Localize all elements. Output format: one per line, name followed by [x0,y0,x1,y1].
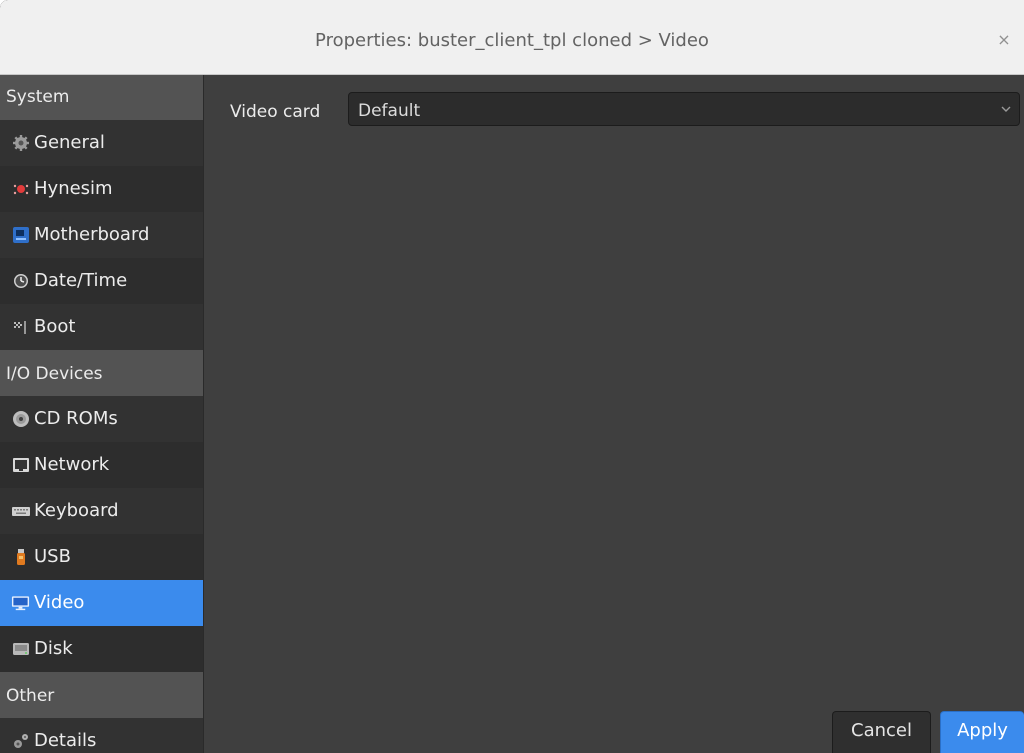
sidebar-item-label: Video [34,592,85,613]
sidebar-item-label: Keyboard [34,500,119,521]
sidebar-item-label: Disk [34,638,73,659]
section-header-other: Other [0,672,203,718]
video-card-select[interactable]: Default [348,92,1020,126]
chevron-down-icon [999,101,1013,115]
sidebar-item-cdroms[interactable]: CD ROMs [0,396,203,442]
sidebar-item-label: Boot [34,316,76,337]
cancel-button[interactable]: Cancel [832,711,931,753]
title-bar: Properties: buster_client_tpl cloned > V… [0,0,1024,75]
window-title: Properties: buster_client_tpl cloned > V… [315,30,709,51]
details-icon [11,731,30,750]
sidebar-item-usb[interactable]: USB [0,534,203,580]
sidebar-item-general[interactable]: General [0,120,203,166]
properties-window: Properties: buster_client_tpl cloned > V… [0,0,1024,753]
gear-icon [11,133,30,152]
sidebar-item-boot[interactable]: Boot [0,304,203,350]
video-card-value: Default [358,101,421,121]
monitor-icon [11,593,30,612]
sidebar-item-label: Network [34,454,110,475]
video-card-label: Video card [230,102,321,122]
sidebar-item-keyboard[interactable]: Keyboard [0,488,203,534]
sidebar-item-network[interactable]: Network [0,442,203,488]
hynesim-icon [11,179,30,198]
sidebar-item-details[interactable]: Details [0,718,203,753]
sidebar-item-video[interactable]: Video [0,580,203,626]
apply-button[interactable]: Apply [940,711,1024,753]
sidebar-item-label: Date/Time [34,270,128,291]
motherboard-icon [11,225,30,244]
sidebar-item-label: Motherboard [34,224,150,245]
sidebar-item-label: USB [34,546,71,567]
sidebar-item-label: Hynesim [34,178,113,199]
video-settings-panel: Video card Default [204,75,1024,753]
sidebar-item-disk[interactable]: Disk [0,626,203,672]
sidebar-item-datetime[interactable]: Date/Time [0,258,203,304]
keyboard-icon [11,501,30,520]
sidebar-item-label: Details [34,730,97,751]
boot-icon [11,317,30,336]
sidebar: System General Hynesim Motherboard Date/… [0,75,204,753]
sidebar-item-label: CD ROMs [34,408,118,429]
disk-icon [11,639,30,658]
clock-icon [11,271,30,290]
sidebar-item-hynesim[interactable]: Hynesim [0,166,203,212]
network-icon [11,455,30,474]
usb-icon [11,547,30,566]
section-header-system: System [0,75,203,120]
sidebar-item-motherboard[interactable]: Motherboard [0,212,203,258]
section-header-io-devices: I/O Devices [0,350,203,396]
cdrom-icon [11,409,30,428]
sidebar-item-label: General [34,132,105,153]
close-icon[interactable]: × [994,30,1014,50]
